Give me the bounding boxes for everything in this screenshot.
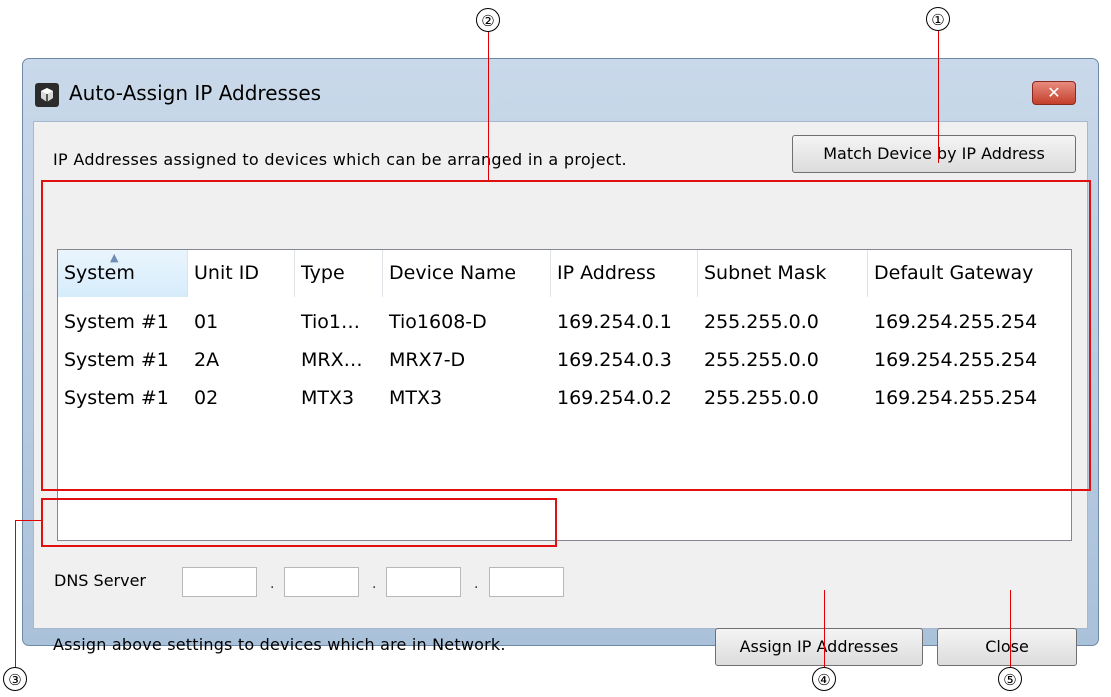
callout-4-leader	[824, 590, 825, 667]
dns-separator: .	[372, 576, 377, 592]
callout-1-leader	[938, 31, 939, 163]
dns-highlight-box	[41, 498, 557, 547]
assign-instruction-text: Assign above settings to devices which a…	[53, 635, 506, 654]
callout-2: ②	[476, 8, 500, 32]
title-bar[interactable]: Auto-Assign IP Addresses ✕	[23, 59, 1098, 121]
callout-3: ③	[3, 667, 27, 691]
dns-server-label: DNS Server	[54, 571, 146, 590]
intro-text: IP Addresses assigned to devices which c…	[53, 150, 627, 169]
dns-separator: .	[474, 576, 479, 592]
window-title: Auto-Assign IP Addresses	[69, 81, 322, 105]
close-window-button[interactable]: ✕	[1032, 81, 1076, 105]
callout-1: ①	[926, 7, 950, 31]
app-logo-icon	[35, 83, 59, 107]
dns-octet-1-input[interactable]	[182, 567, 257, 597]
assign-ip-addresses-button[interactable]: Assign IP Addresses	[715, 628, 923, 666]
close-icon: ✕	[1047, 83, 1061, 102]
dns-octet-2-input[interactable]	[284, 567, 359, 597]
callout-5-leader	[1010, 590, 1011, 667]
dns-octet-3-input[interactable]	[386, 567, 461, 597]
callout-3-leader-h	[15, 520, 41, 521]
table-highlight-box	[41, 180, 1091, 491]
close-button[interactable]: Close	[937, 628, 1077, 666]
callout-3-leader	[15, 520, 16, 667]
match-device-button[interactable]: Match Device by IP Address	[792, 135, 1076, 173]
dns-octet-4-input[interactable]	[489, 567, 564, 597]
callout-4: ④	[812, 667, 836, 691]
callout-2-leader	[488, 32, 489, 181]
callout-5: ⑤	[998, 667, 1022, 691]
dns-separator: .	[270, 576, 275, 592]
